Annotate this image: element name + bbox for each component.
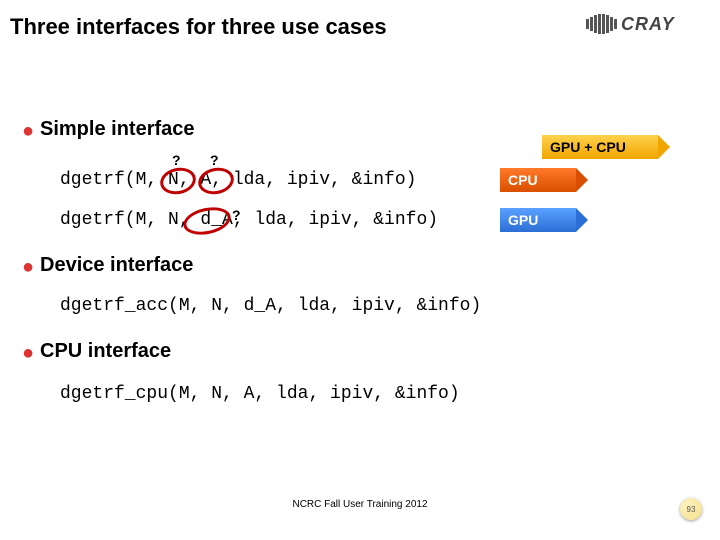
question-mark: ? <box>232 207 241 223</box>
badge-cpu: CPU <box>500 168 576 192</box>
footer-text: NCRC Fall User Training 2012 <box>0 499 720 510</box>
page-number-badge: 93 <box>680 498 702 520</box>
logo-bars-icon <box>586 14 617 34</box>
question-mark: ? <box>210 152 219 168</box>
bullet-icon: ● <box>22 342 34 365</box>
bullet-icon: ● <box>22 256 34 279</box>
slide-title: Three interfaces for three use cases <box>10 14 387 40</box>
code-simple-cpu: dgetrf(M, N, A, lda, ipiv, &info) <box>60 170 416 190</box>
code-simple-gpu: dgetrf(M, N, d_A, lda, ipiv, &info) <box>60 210 438 230</box>
section-simple: Simple interface <box>40 118 195 141</box>
section-cpu: CPU interface <box>40 340 171 363</box>
section-device: Device interface <box>40 254 193 277</box>
badge-gpu: GPU <box>500 208 576 232</box>
logo-text: CRAY <box>621 14 675 35</box>
code-cpu: dgetrf_cpu(M, N, A, lda, ipiv, &info) <box>60 384 460 404</box>
bullet-icon: ● <box>22 120 34 143</box>
question-mark: ? <box>172 152 181 168</box>
circle-annotation-icon <box>181 203 233 238</box>
slide: Three interfaces for three use cases CRA… <box>0 0 720 540</box>
badge-gpu-plus-cpu: GPU + CPU <box>542 135 658 159</box>
code-device: dgetrf_acc(M, N, d_A, lda, ipiv, &info) <box>60 296 481 316</box>
brand-logo: CRAY <box>586 8 706 40</box>
